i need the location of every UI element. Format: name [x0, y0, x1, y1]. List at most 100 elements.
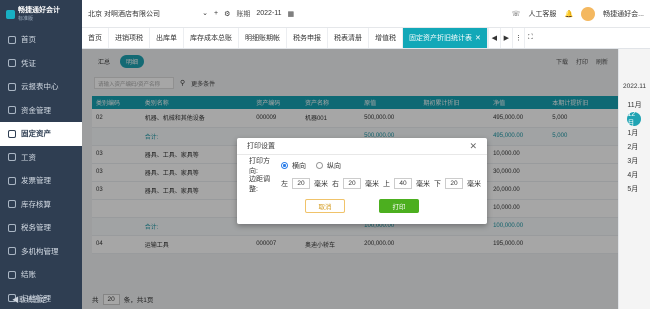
topbar: 北京 对啊酒店有限公司 ⌄ + ⚙ 账期 2022-11 ▦ ☏ 人工客服 🔔 … [82, 0, 650, 28]
calendar-month[interactable]: 4月 [627, 168, 641, 182]
tab-4[interactable]: 明细账期帐 [239, 28, 287, 48]
sidebar-item-7[interactable]: 库存核算 [0, 193, 82, 217]
sidebar-item-label: 发票管理 [21, 176, 51, 186]
tab-label: 进销项税 [115, 35, 143, 42]
right-margin-label: 右 [332, 180, 339, 188]
cancel-button[interactable]: 取消 [305, 199, 345, 213]
close-icon[interactable]: ✕ [469, 141, 477, 152]
tab-scroll-right-icon[interactable]: ▶ [499, 28, 512, 48]
org-icon [8, 247, 16, 256]
print-settings-dialog: 打印设置 ✕ 打印方向: 横向 纵向 边距调整: 左 20 毫米 右 20 毫米… [237, 138, 487, 224]
headset-icon[interactable]: ☏ [512, 10, 521, 18]
calendar-month[interactable]: 3月 [627, 154, 641, 168]
company-selector[interactable]: 北京 对啊酒店有限公司 ⌄ [88, 9, 208, 19]
sidebar-item-label: 云报表中心 [21, 82, 59, 92]
tab-menu-icon[interactable]: ⋮ [511, 28, 524, 48]
top-margin-input[interactable]: 40 [394, 178, 412, 189]
avatar[interactable] [581, 6, 596, 21]
period-value[interactable]: 2022-11 [256, 10, 281, 17]
unit-label: 毫米 [467, 180, 481, 188]
period-label: 账期 [236, 10, 251, 18]
gear-icon[interactable]: ⚙ [224, 10, 230, 18]
user-name[interactable]: 畅捷通好会... [603, 9, 644, 19]
tab-label: 增值税 [375, 35, 396, 42]
add-icon[interactable]: + [214, 10, 218, 17]
orientation-label: 打印方向: [249, 157, 270, 175]
tab-label: 税表清册 [334, 35, 362, 42]
dialog-title: 打印设置 [247, 143, 275, 150]
calendar-month[interactable]: 5月 [627, 182, 641, 196]
top-margin-label: 上 [383, 180, 390, 188]
support-link[interactable]: 人工客服 [528, 9, 556, 19]
tab-2[interactable]: 出库单 [150, 28, 184, 48]
close-account-icon [8, 270, 16, 279]
fullscreen-icon[interactable]: ⛶ [523, 28, 536, 48]
company-name: 北京 对啊酒店有限公司 [88, 10, 160, 18]
sidebar-item-5[interactable]: 工资 [0, 146, 82, 170]
dialog-header: 打印设置 ✕ [237, 138, 487, 155]
close-tab-icon[interactable]: ✕ [475, 34, 481, 42]
sidebar-item-6[interactable]: 发票管理 [0, 169, 82, 193]
sidebar-item-label: 资金管理 [21, 105, 51, 115]
unit-label: 毫米 [314, 180, 328, 188]
sidebar-item-label: 固定资产 [21, 129, 51, 139]
sidebar-item-label: 凭证 [21, 58, 36, 68]
tab-3[interactable]: 库存成本总账 [184, 28, 239, 48]
chevron-down-icon: ⌄ [202, 9, 208, 17]
tab-1[interactable]: 进销项税 [109, 28, 150, 48]
tax-icon [8, 223, 16, 232]
report-icon [8, 82, 16, 91]
calendar-month[interactable]: 2月 [627, 140, 641, 154]
sidebar-item-3[interactable]: 资金管理 [0, 99, 82, 123]
sidebar-item-label: 税务管理 [21, 223, 51, 233]
collapse-sidebar-button[interactable]: ◀取消固定 [12, 295, 47, 305]
sidebar-item-10[interactable]: 结账 [0, 263, 82, 287]
sidebar-item-9[interactable]: 多机构管理 [0, 240, 82, 264]
sidebar: 畅捷通好会计 标准版 首页凭证云报表中心资金管理固定资产工资发票管理库存核算税务… [0, 0, 82, 309]
confirm-print-button[interactable]: 打印 [379, 199, 419, 213]
asset-icon [8, 129, 16, 138]
calendar-year: 2022.11 [622, 83, 646, 90]
orientation-row: 打印方向: 横向 纵向 [237, 157, 487, 175]
brand-name: 畅捷通好会计 [18, 6, 60, 14]
calendar-month[interactable]: 1月 [627, 126, 641, 140]
orientation-vertical-label[interactable]: 纵向 [327, 161, 341, 171]
tab-6[interactable]: 税表清册 [328, 28, 369, 48]
sidebar-item-label: 首页 [21, 35, 36, 45]
tab-label: 出库单 [156, 35, 177, 42]
period-calendar: 2022.11 11月 12月 1月 2月 3月 4月 5月 [618, 49, 650, 309]
tab-scroll-left-icon[interactable]: ◀ [487, 28, 500, 48]
sidebar-item-label: 工资 [21, 152, 36, 162]
sidebar-item-4[interactable]: 固定资产 [0, 122, 82, 146]
tab-8[interactable]: 固定资产折旧统计表 ✕ [403, 28, 488, 48]
left-margin-label: 左 [281, 180, 288, 188]
sidebar-item-1[interactable]: 凭证 [0, 52, 82, 76]
sidebar-item-8[interactable]: 税务管理 [0, 216, 82, 240]
sidebar-item-0[interactable]: 首页 [0, 28, 82, 52]
calendar-icon[interactable]: ▦ [288, 10, 295, 18]
calendar-month[interactable]: 12月 [627, 111, 642, 127]
left-margin-input[interactable]: 20 [292, 178, 310, 189]
tab-7[interactable]: 增值税 [369, 28, 403, 48]
money-icon [8, 106, 16, 115]
bottom-margin-input[interactable]: 20 [445, 178, 463, 189]
margin-label: 边距调整: [249, 175, 270, 193]
bell-icon[interactable]: 🔔 [564, 10, 573, 18]
orientation-vertical-radio[interactable] [316, 162, 323, 169]
voucher-icon [8, 59, 16, 68]
sidebar-item-label: 库存核算 [21, 199, 51, 209]
invoice-icon [8, 176, 16, 185]
orientation-horizontal-radio[interactable] [281, 162, 288, 169]
sidebar-item-label: 多机构管理 [21, 246, 59, 256]
right-margin-input[interactable]: 20 [343, 178, 361, 189]
tab-label: 固定资产折旧统计表 [409, 35, 472, 42]
tab-label: 明细账期帐 [245, 35, 280, 42]
orientation-horizontal-label[interactable]: 横向 [292, 161, 306, 171]
unit-label: 毫米 [365, 180, 379, 188]
margin-row: 边距调整: 左 20 毫米 右 20 毫米 上 40 毫米 下 20 毫米 [237, 175, 487, 193]
sidebar-item-2[interactable]: 云报表中心 [0, 75, 82, 99]
tab-5[interactable]: 税务申报 [287, 28, 328, 48]
tab-label: 库存成本总账 [190, 35, 232, 42]
brand: 畅捷通好会计 标准版 [0, 0, 82, 28]
tab-0[interactable]: 首页 [82, 28, 109, 48]
